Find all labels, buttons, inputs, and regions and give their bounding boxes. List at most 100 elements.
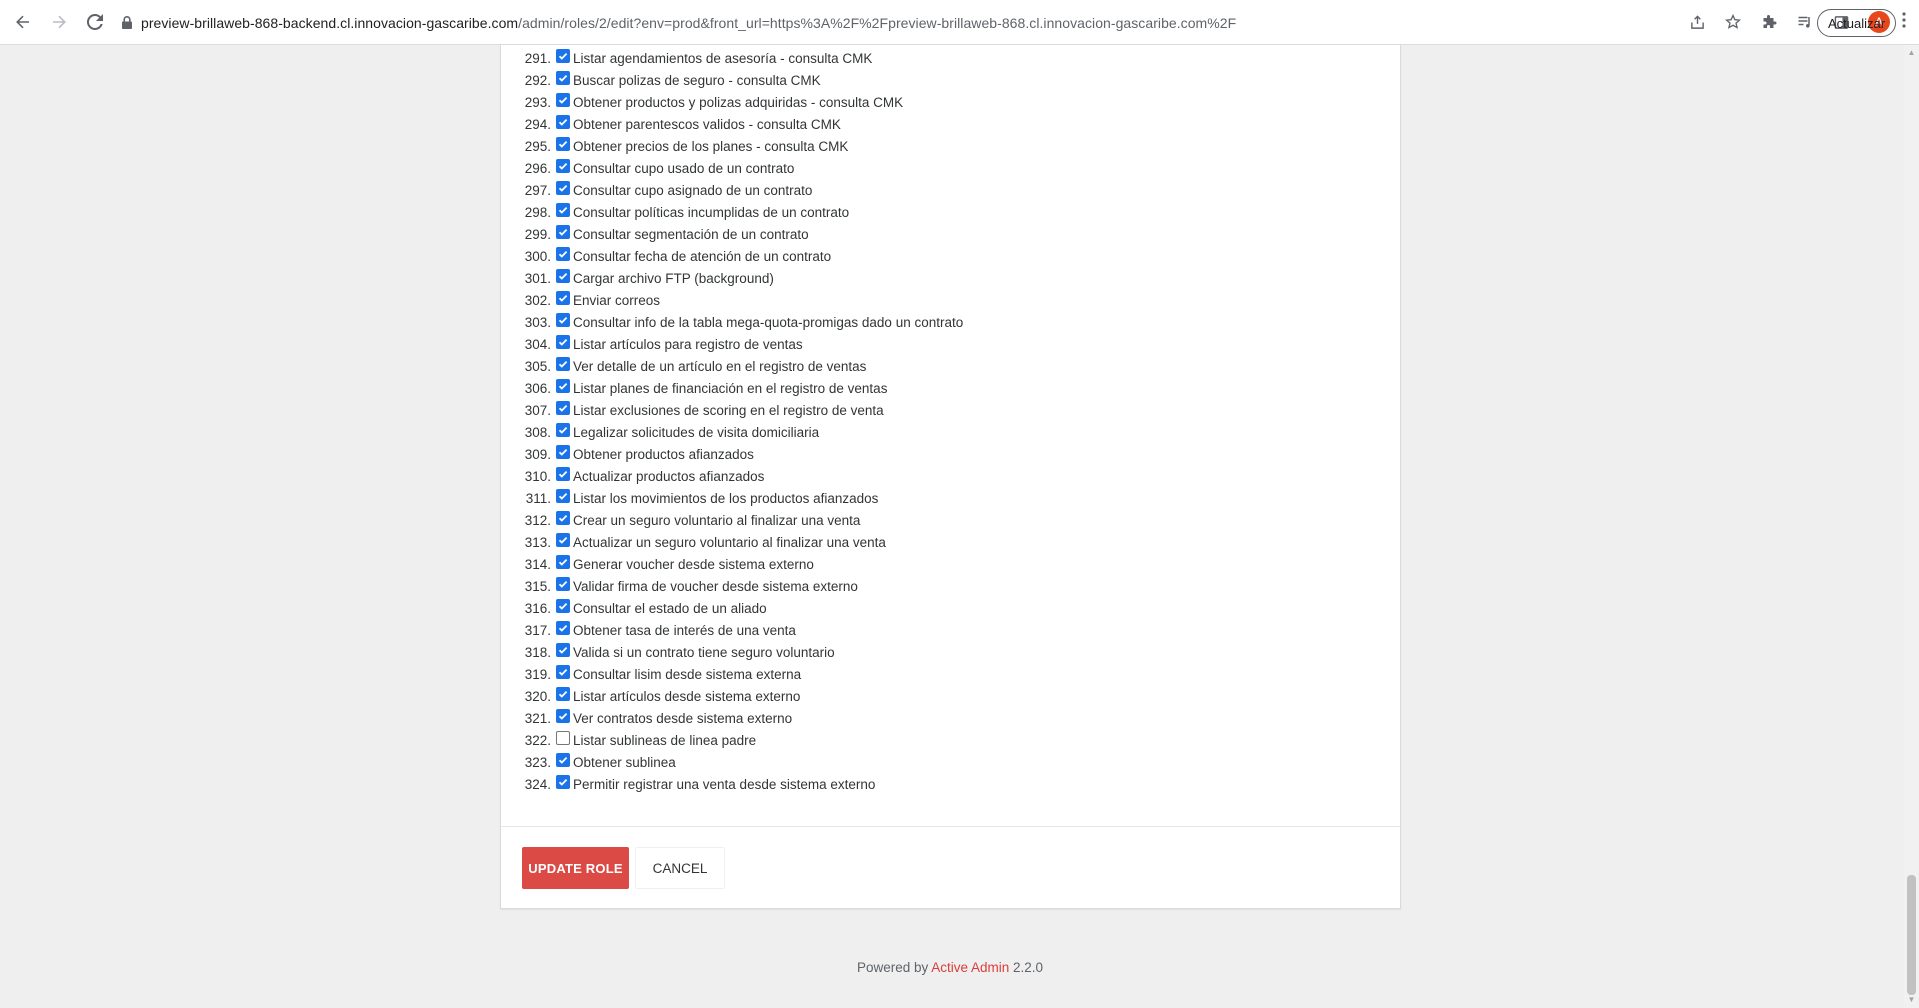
permission-row: 293. Obtener productos y polizas adquirid… xyxy=(501,91,903,113)
permission-label[interactable]: Validar firma de voucher desde sistema e… xyxy=(573,579,858,594)
scroll-up-icon[interactable]: ▲ xyxy=(1907,48,1916,57)
permission-checkbox[interactable] xyxy=(556,555,570,569)
permission-checkbox[interactable] xyxy=(556,665,570,679)
share-icon[interactable] xyxy=(1684,9,1710,35)
permission-checkbox[interactable] xyxy=(556,225,570,239)
permission-checkbox[interactable] xyxy=(556,423,570,437)
permission-label[interactable]: Generar voucher desde sistema externo xyxy=(573,557,814,572)
permission-label[interactable]: Obtener productos y polizas adquiridas -… xyxy=(573,95,903,110)
permission-checkbox[interactable] xyxy=(556,203,570,217)
active-admin-link[interactable]: Active Admin xyxy=(931,960,1009,975)
permission-label[interactable]: Cargar archivo FTP (background) xyxy=(573,271,774,286)
permission-label[interactable]: Ver contratos desde sistema externo xyxy=(573,711,792,726)
permission-label[interactable]: Listar artículos desde sistema externo xyxy=(573,689,800,704)
permission-checkbox[interactable] xyxy=(556,643,570,657)
permission-label[interactable]: Consultar segmentación de un contrato xyxy=(573,227,809,242)
permission-label[interactable]: Consultar info de la tabla mega-quota-pr… xyxy=(573,315,963,330)
permission-checkbox[interactable] xyxy=(556,247,570,261)
permission-label[interactable]: Permitir registrar una venta desde siste… xyxy=(573,777,875,792)
permission-checkbox[interactable] xyxy=(556,137,570,151)
permission-checkbox[interactable] xyxy=(556,159,570,173)
permission-row: 316. Consultar el estado de un aliado xyxy=(501,597,767,619)
permission-checkbox[interactable] xyxy=(556,533,570,547)
permission-label[interactable]: Listar sublineas de linea padre xyxy=(573,733,756,748)
permission-checkbox[interactable] xyxy=(556,335,570,349)
permission-label[interactable]: Consultar el estado de un aliado xyxy=(573,601,767,616)
permission-checkbox[interactable] xyxy=(556,115,570,129)
permission-label[interactable]: Listar exclusiones de scoring en el regi… xyxy=(573,403,884,418)
forward-icon[interactable] xyxy=(46,9,72,35)
permission-label[interactable]: Consultar políticas incumplidas de un co… xyxy=(573,205,849,220)
back-icon[interactable] xyxy=(10,9,36,35)
permission-label[interactable]: Actualizar productos afianzados xyxy=(573,469,764,484)
permission-row: 292. Buscar polizas de seguro - consulta … xyxy=(501,69,821,91)
permission-label[interactable]: Legalizar solicitudes de visita domicili… xyxy=(573,425,819,440)
permission-checkbox[interactable] xyxy=(556,489,570,503)
media-control-icon[interactable] xyxy=(1792,9,1818,35)
permission-label[interactable]: Listar agendamientos de asesoría - consu… xyxy=(573,51,872,66)
permission-number: 315. xyxy=(524,578,551,594)
permission-checkbox[interactable] xyxy=(556,709,570,723)
permission-label[interactable]: Consultar lisim desde sistema externa xyxy=(573,667,801,682)
permission-number: 295. xyxy=(524,138,551,154)
permission-checkbox[interactable] xyxy=(556,577,570,591)
permission-row: 301. Cargar archivo FTP (background) xyxy=(501,267,774,289)
permission-label[interactable]: Consultar fecha de atención de un contra… xyxy=(573,249,831,264)
permission-checkbox[interactable] xyxy=(556,731,570,745)
permission-number: 319. xyxy=(524,666,551,682)
permission-checkbox[interactable] xyxy=(556,775,570,789)
permission-label[interactable]: Consultar cupo asignado de un contrato xyxy=(573,183,812,198)
permission-checkbox[interactable] xyxy=(556,49,570,63)
permission-label[interactable]: Valida si un contrato tiene seguro volun… xyxy=(573,645,835,660)
permission-label[interactable]: Listar artículos para registro de ventas xyxy=(573,337,803,352)
permission-label[interactable]: Obtener productos afianzados xyxy=(573,447,754,462)
permission-checkbox[interactable] xyxy=(556,291,570,305)
permission-label[interactable]: Consultar cupo usado de un contrato xyxy=(573,161,794,176)
permission-label[interactable]: Ver detalle de un artículo en el registr… xyxy=(573,359,866,374)
scroll-thumb[interactable] xyxy=(1907,875,1916,995)
permission-checkbox[interactable] xyxy=(556,687,570,701)
permission-checkbox[interactable] xyxy=(556,269,570,283)
permission-row: 305. Ver detalle de un artículo en el reg… xyxy=(501,355,866,377)
star-icon[interactable] xyxy=(1720,9,1746,35)
permission-row: 319. Consultar lisim desde sistema extern… xyxy=(501,663,801,685)
permission-label[interactable]: Listar planes de financiación en el regi… xyxy=(573,381,887,396)
update-role-button[interactable]: UPDATE ROLE xyxy=(522,847,629,889)
permission-label[interactable]: Obtener precios de los planes - consulta… xyxy=(573,139,848,154)
page-scrollbar[interactable]: ▲ ▼ xyxy=(1904,45,1919,1008)
permission-checkbox[interactable] xyxy=(556,357,570,371)
permission-label[interactable]: Buscar polizas de seguro - consulta CMK xyxy=(573,73,821,88)
permission-label[interactable]: Obtener sublinea xyxy=(573,755,676,770)
permission-checkbox[interactable] xyxy=(556,467,570,481)
permission-label[interactable]: Crear un seguro voluntario al finalizar … xyxy=(573,513,860,528)
permission-checkbox[interactable] xyxy=(556,621,570,635)
more-menu-icon[interactable] xyxy=(1902,12,1906,33)
permission-checkbox[interactable] xyxy=(556,753,570,767)
update-chrome-button[interactable]: Actualizar xyxy=(1817,9,1897,37)
permission-label[interactable]: Enviar correos xyxy=(573,293,660,308)
permission-checkbox[interactable] xyxy=(556,401,570,415)
permission-checkbox[interactable] xyxy=(556,511,570,525)
cancel-button[interactable]: CANCEL xyxy=(635,847,725,889)
permission-checkbox[interactable] xyxy=(556,313,570,327)
permission-row: 299. Consultar segmentación de un contrat… xyxy=(501,223,809,245)
permission-label[interactable]: Obtener parentescos validos - consulta C… xyxy=(573,117,841,132)
permission-label[interactable]: Actualizar un seguro voluntario al final… xyxy=(573,535,886,550)
footer-prefix: Powered by xyxy=(856,960,932,975)
permission-label[interactable]: Obtener tasa de interés de una venta xyxy=(573,623,796,638)
address-bar[interactable]: preview-brillaweb-868-backend.cl.innovac… xyxy=(107,7,1667,38)
permission-checkbox[interactable] xyxy=(556,181,570,195)
permission-label[interactable]: Listar los movimientos de los productos … xyxy=(573,491,878,506)
permission-checkbox[interactable] xyxy=(556,445,570,459)
extensions-icon[interactable] xyxy=(1756,9,1782,35)
permission-row: 303. Consultar info de la tabla mega-quot… xyxy=(501,311,963,333)
permission-row: 310. Actualizar productos afianzados xyxy=(501,465,764,487)
lock-icon xyxy=(113,16,141,29)
permission-checkbox[interactable] xyxy=(556,71,570,85)
scroll-down-icon[interactable]: ▼ xyxy=(1907,995,1916,1004)
permission-checkbox[interactable] xyxy=(556,93,570,107)
permission-checkbox[interactable] xyxy=(556,599,570,613)
reload-icon[interactable] xyxy=(82,9,108,35)
permission-row: 318. Valida si un contrato tiene seguro v… xyxy=(501,641,835,663)
permission-checkbox[interactable] xyxy=(556,379,570,393)
